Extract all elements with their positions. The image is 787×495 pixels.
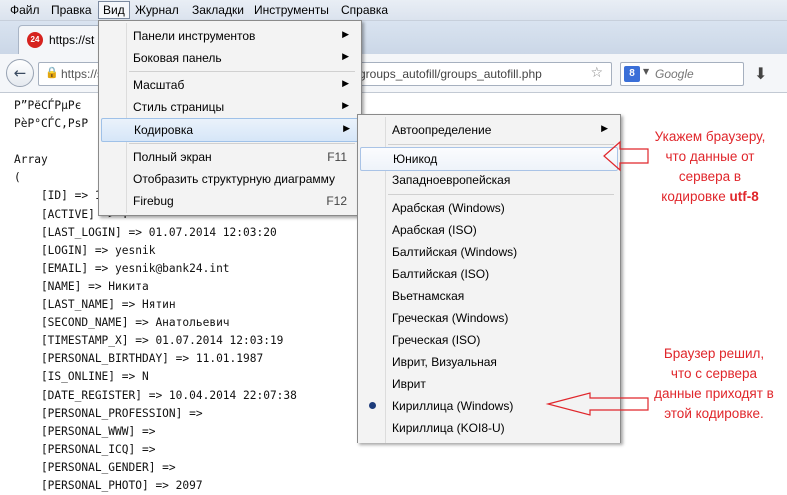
note-line: Браузер решил,: [663, 346, 765, 361]
annotation-arrow-unicode: [603, 140, 649, 172]
content-line: [PERSONAL_ICQ] =>: [40, 442, 156, 456]
note-line: этой кодировке.: [664, 406, 764, 421]
note-bold-text: utf-8: [729, 189, 759, 204]
note-line: кодировке utf-8: [650, 187, 770, 207]
note-text: кодировке: [661, 189, 730, 204]
content-line: [PERSONAL_GENDER] =>: [40, 460, 176, 474]
annotation-note-cyrillic: Браузер решил, что с сервера данные прих…: [650, 344, 778, 424]
annotation-arrow-cyrillic: [545, 392, 649, 416]
content-line: [PERSONAL_PHOTO] => 2097: [14, 478, 203, 492]
note-line: что данные от: [665, 149, 755, 164]
note-line: сервера в: [678, 169, 742, 184]
note-line: Укажем браузеру,: [654, 129, 766, 144]
note-line: данные приходят в: [654, 386, 774, 401]
note-line: что с сервера: [670, 366, 758, 381]
annotation-note-unicode: Укажем браузеру, что данные от сервера в…: [650, 127, 770, 207]
